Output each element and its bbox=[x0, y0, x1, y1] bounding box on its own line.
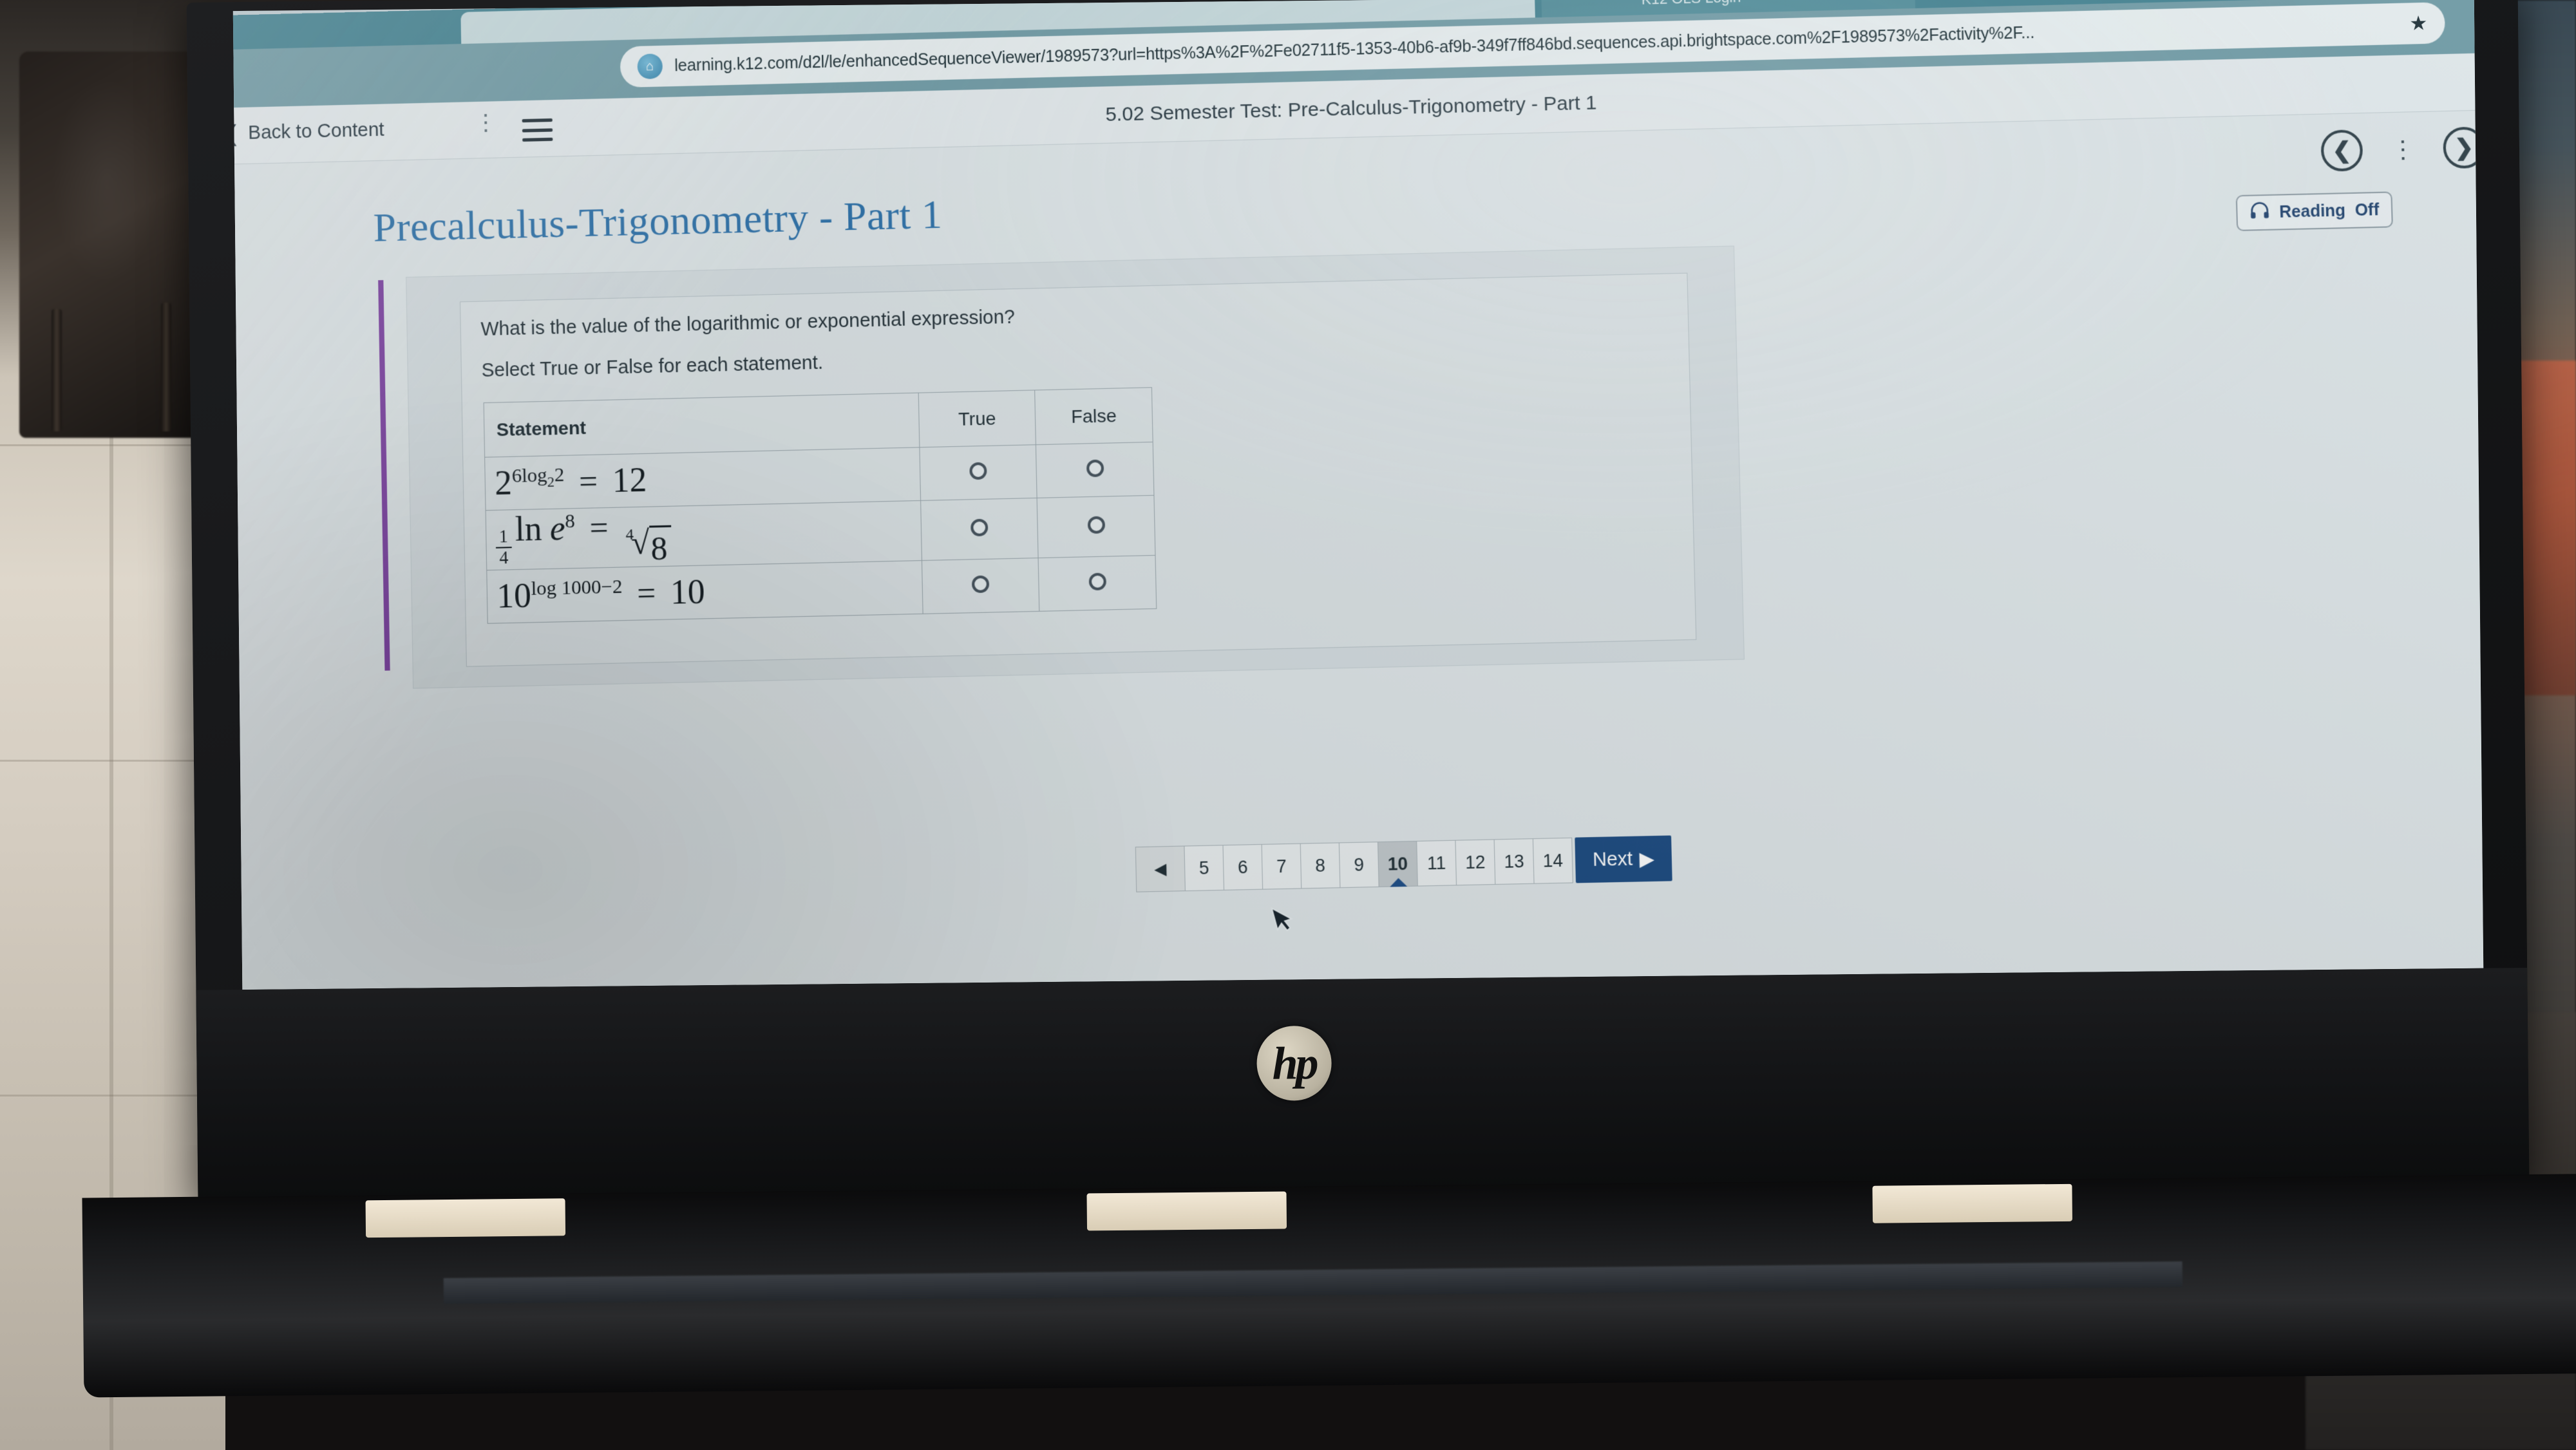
laptop-base bbox=[82, 1173, 2576, 1398]
statement-expression-1: 2 6log22 = 12 bbox=[484, 447, 921, 511]
radio-button[interactable] bbox=[969, 462, 987, 480]
radio-button[interactable] bbox=[971, 575, 990, 594]
radio-true-3[interactable] bbox=[922, 558, 1040, 614]
pagination-page-9[interactable]: 9 bbox=[1339, 842, 1379, 889]
pagination: ◀ 5 6 7 8 9 10 11 12 13 14 Next ▶ bbox=[1135, 835, 1672, 892]
radio-false-3[interactable] bbox=[1038, 555, 1157, 612]
expr-log-arg: 1000 bbox=[561, 576, 601, 599]
chair-leg bbox=[161, 303, 171, 431]
tab-title: K12 OLS Login bbox=[1641, 0, 1895, 8]
laptop-lid: K12 OLS Login × + ⌂ learning.k12.com/d2l… bbox=[186, 0, 2530, 1200]
pagination-page-13[interactable]: 13 bbox=[1494, 838, 1535, 885]
radical-sign: √ bbox=[630, 523, 650, 561]
question-box: What is the value of the logarithmic or … bbox=[459, 272, 1697, 667]
laptop-foot bbox=[1086, 1191, 1287, 1231]
laptop-bottom-bezel: hp bbox=[196, 967, 2530, 1200]
root-body: 8 bbox=[649, 525, 672, 568]
pagination-page-8[interactable]: 8 bbox=[1300, 842, 1341, 889]
statement-expression-3: 10 log 1000−2 = 10 bbox=[486, 560, 923, 624]
content-nav-controls: ❮ ⋮ ❯ bbox=[2320, 126, 2484, 172]
radio-button[interactable] bbox=[1086, 459, 1104, 478]
content-area: ❮ ⋮ ❯ Precalculus-Trigonometry - Part 1 bbox=[232, 109, 2484, 990]
next-button[interactable]: Next ▶ bbox=[1575, 835, 1672, 883]
reading-label: Reading bbox=[2278, 201, 2346, 221]
pagination-page-7[interactable]: 7 bbox=[1262, 843, 1302, 890]
tab-title bbox=[484, 0, 1465, 19]
expr-log-fn: log bbox=[521, 464, 547, 487]
expr-e: e bbox=[549, 509, 566, 548]
statement-table: Statement True False 2 6log22 = 12 1 4 l… bbox=[483, 387, 1157, 624]
expr-rhs: 10 bbox=[670, 572, 706, 612]
pagination-prev-button[interactable]: ◀ bbox=[1135, 845, 1186, 892]
reading-state: Off bbox=[2354, 200, 2380, 220]
radio-false-1[interactable] bbox=[1036, 442, 1154, 498]
reading-toggle-button[interactable]: Reading Off bbox=[2235, 191, 2393, 232]
expr-coefficient: 6 bbox=[511, 464, 522, 487]
next-label: Next bbox=[1592, 848, 1633, 871]
question-instruction: Select True or False for each statement. bbox=[481, 352, 824, 382]
laptop-screen: K12 OLS Login × + ⌂ learning.k12.com/d2l… bbox=[232, 0, 2484, 990]
frac-numerator: 1 bbox=[495, 526, 512, 549]
page-heading: Precalculus-Trigonometry - Part 1 bbox=[372, 192, 943, 251]
question-card: What is the value of the logarithmic or … bbox=[406, 245, 1745, 689]
expr-minus-two: −2 bbox=[601, 575, 623, 598]
equals-sign: = bbox=[589, 508, 609, 547]
expr-log-sub: 2 bbox=[547, 473, 555, 491]
headphones-icon bbox=[2249, 202, 2270, 224]
pagination-page-12[interactable]: 12 bbox=[1455, 839, 1496, 886]
content-nav-overflow-icon[interactable]: ⋮ bbox=[2391, 135, 2416, 163]
extensions-icon[interactable] bbox=[2478, 8, 2483, 32]
frac-denominator: 4 bbox=[499, 547, 509, 568]
laptop-foot bbox=[1872, 1183, 2072, 1223]
pagination-page-5[interactable]: 5 bbox=[1184, 845, 1225, 892]
radio-button[interactable] bbox=[1087, 516, 1105, 534]
column-header-false: False bbox=[1035, 387, 1153, 445]
laptop: K12 OLS Login × + ⌂ learning.k12.com/d2l… bbox=[82, 0, 2576, 1400]
accent-bar bbox=[378, 280, 390, 671]
chair bbox=[19, 52, 213, 438]
keyboard-edge bbox=[443, 1261, 2183, 1304]
pagination-page-11[interactable]: 11 bbox=[1417, 840, 1457, 887]
pagination-page-14[interactable]: 14 bbox=[1533, 837, 1573, 884]
radio-true-2[interactable] bbox=[920, 498, 1039, 561]
radio-true-1[interactable] bbox=[919, 444, 1037, 501]
pagination-page-6[interactable]: 6 bbox=[1223, 843, 1264, 890]
expr-rhs: 12 bbox=[612, 461, 647, 500]
expr-e-exponent: 8 bbox=[565, 510, 576, 532]
bookmark-star-icon[interactable]: ★ bbox=[2409, 12, 2428, 35]
hp-logo: hp bbox=[1256, 1025, 1332, 1101]
next-arrow-icon: ▶ bbox=[1639, 848, 1655, 871]
column-header-true: True bbox=[918, 390, 1036, 447]
statement-expression-2: 1 4 ln e 8 = 4 √ 8 bbox=[486, 500, 922, 570]
question-prompt: What is the value of the logarithmic or … bbox=[480, 306, 1016, 341]
previous-item-button[interactable]: ❮ bbox=[2320, 129, 2363, 172]
equals-sign: = bbox=[636, 574, 656, 612]
radio-false-2[interactable] bbox=[1037, 495, 1155, 558]
chair-leg bbox=[52, 309, 62, 431]
expr-base: 10 bbox=[496, 576, 532, 616]
expr-log-arg: 2 bbox=[554, 464, 565, 486]
site-info-icon[interactable]: ⌂ bbox=[637, 53, 663, 80]
expr-ln: ln bbox=[515, 510, 542, 549]
radio-button[interactable] bbox=[971, 518, 989, 537]
pagination-page-10[interactable]: 10 bbox=[1378, 840, 1418, 887]
next-item-button[interactable]: ❯ bbox=[2442, 126, 2484, 169]
expr-log-fn: log bbox=[531, 577, 557, 600]
expr-base: 2 bbox=[494, 464, 513, 503]
equals-sign: = bbox=[578, 462, 598, 500]
radio-button[interactable] bbox=[1088, 572, 1106, 591]
laptop-foot bbox=[365, 1198, 566, 1238]
column-header-statement: Statement bbox=[484, 393, 920, 458]
